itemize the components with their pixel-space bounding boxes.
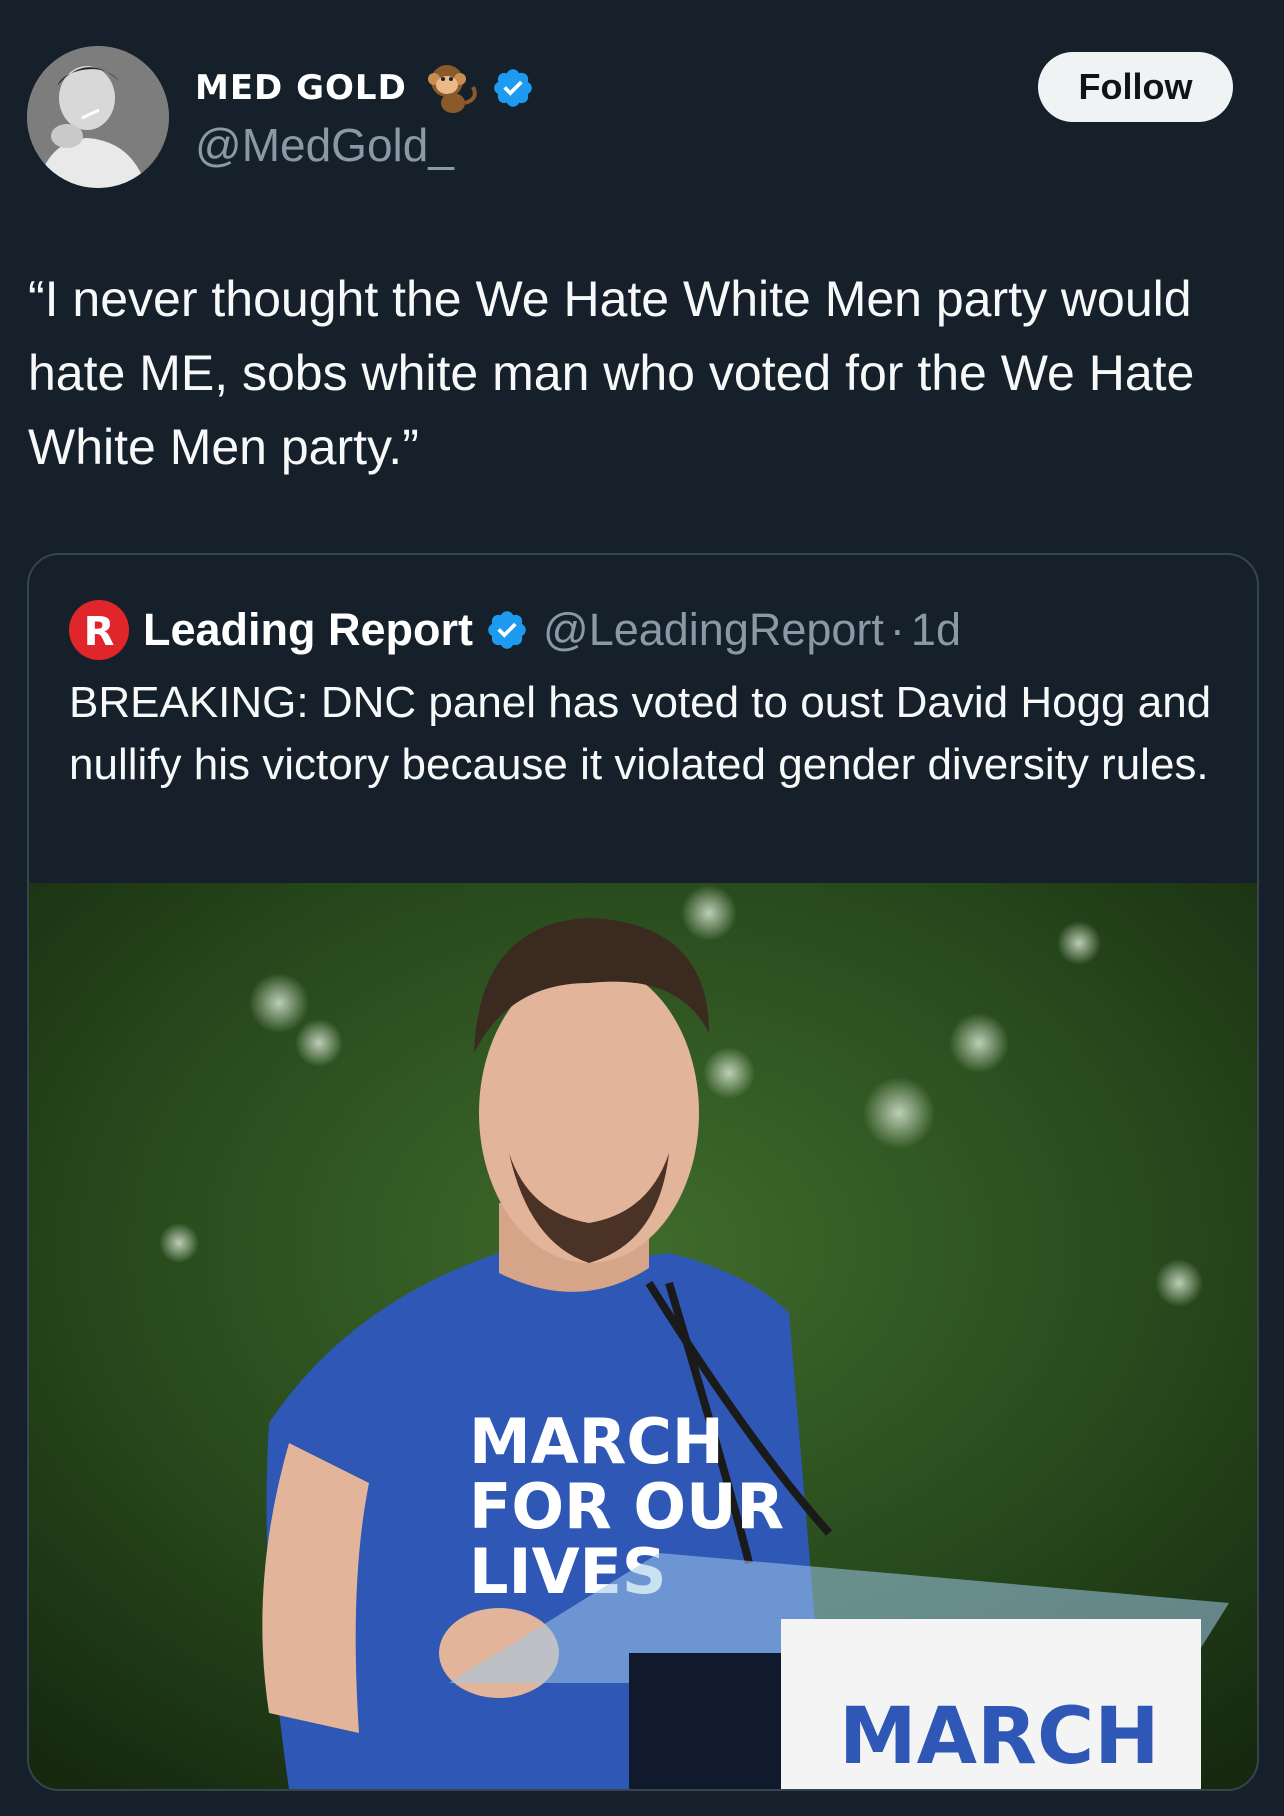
shirt-text-line-2: FOR OUR	[469, 1470, 784, 1543]
follow-button[interactable]: Follow	[1038, 52, 1233, 122]
svg-text:R: R	[84, 609, 115, 655]
quoted-tweet-photo[interactable]: MARCH FOR OUR LIVES MARCH	[29, 883, 1257, 1789]
author-display-name[interactable]: MED GOLD	[195, 68, 407, 108]
verified-badge-icon	[488, 611, 526, 649]
quoted-tweet-text: BREAKING: DNC panel has voted to oust Da…	[69, 678, 1212, 789]
monkey-emoji-icon	[427, 65, 477, 113]
separator-dot: ·	[889, 604, 905, 655]
tweet-text: “I never thought the We Hate White Men p…	[28, 271, 1195, 475]
verified-badge-icon	[494, 69, 532, 107]
quoted-tweet[interactable]: R Leading Report @LeadingReport · 1d BRE…	[27, 553, 1259, 1791]
quoted-author-name[interactable]: Leading Report	[143, 604, 473, 656]
author-name-row: MED GOLD	[195, 58, 535, 118]
author-handle[interactable]: @MedGold_	[195, 118, 454, 172]
leading-report-logo-icon[interactable]: R	[69, 600, 129, 660]
author-avatar[interactable]	[27, 46, 169, 188]
shirt-text-line-1: MARCH	[469, 1405, 724, 1478]
tweet-header: MED GOLD @MedGold_ Follow	[0, 0, 1284, 200]
photo-image: MARCH FOR OUR LIVES MARCH	[29, 883, 1257, 1789]
quoted-timestamp[interactable]: 1d	[911, 604, 961, 656]
quoted-tweet-header: R Leading Report @LeadingReport · 1d	[69, 595, 1219, 665]
podium-sign-text: MARCH	[839, 1692, 1160, 1782]
quoted-author-handle[interactable]: @LeadingReport	[543, 604, 884, 656]
